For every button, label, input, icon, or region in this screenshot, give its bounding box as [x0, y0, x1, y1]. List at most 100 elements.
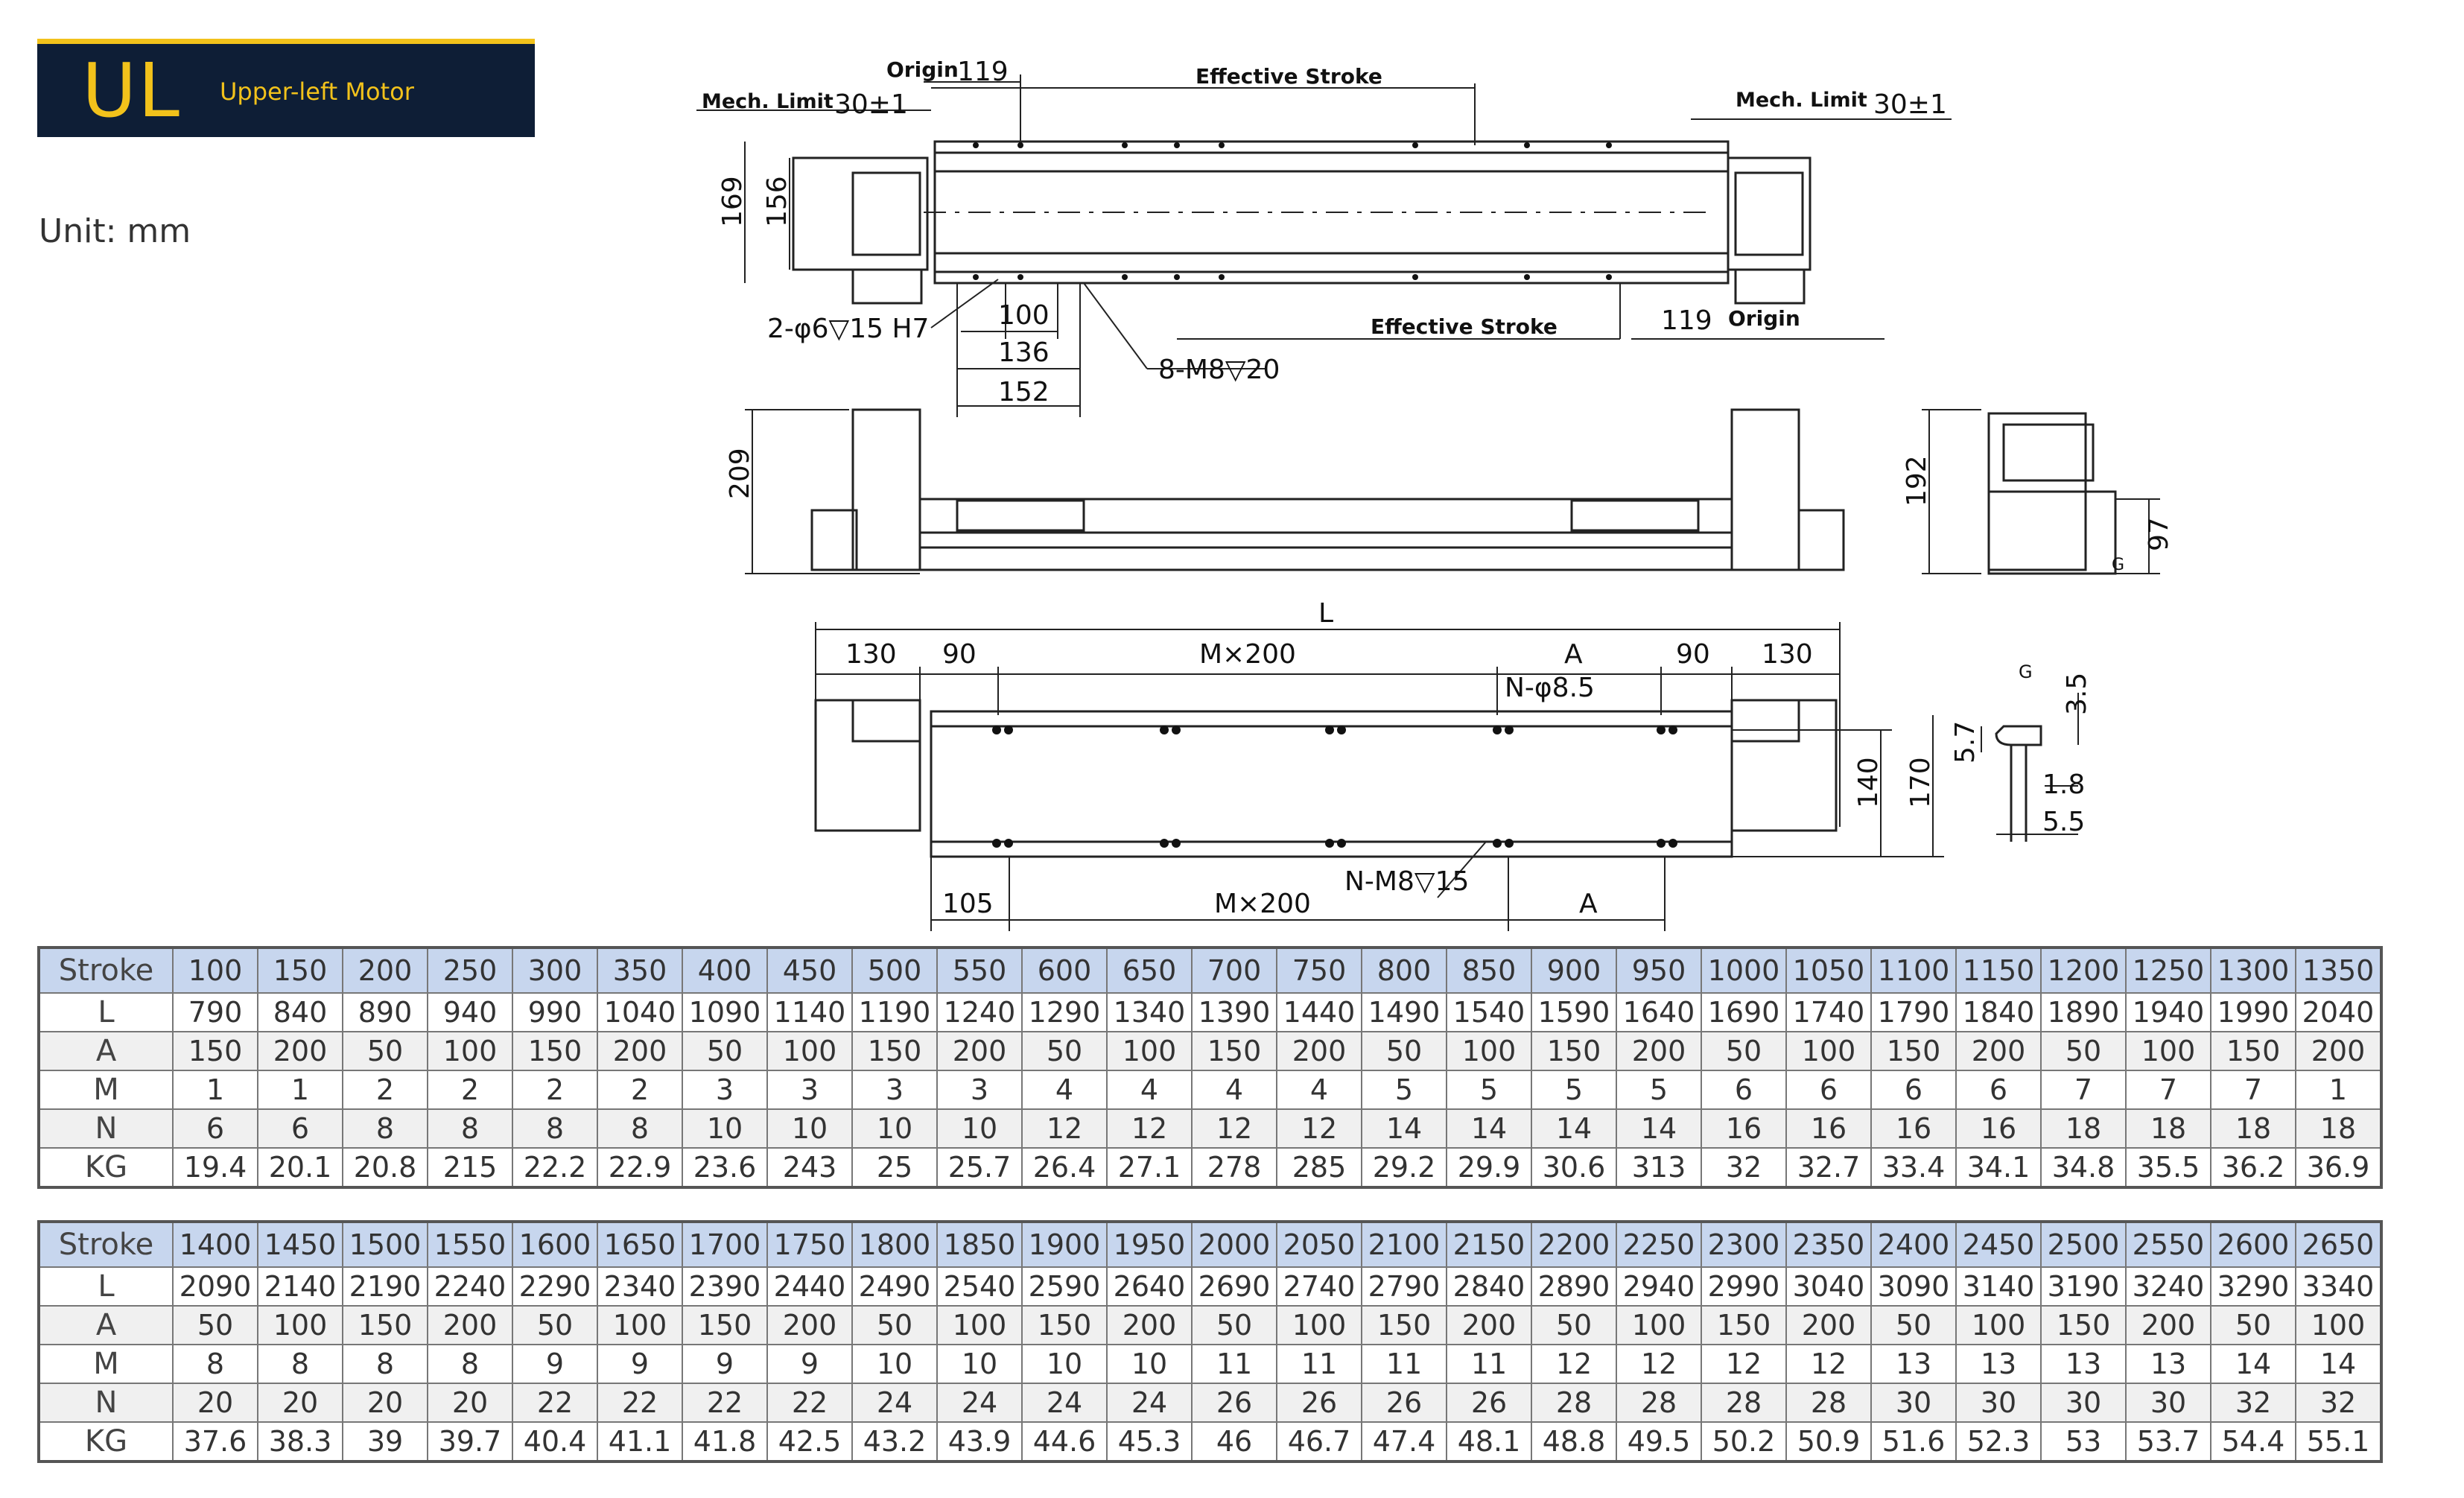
- table-cell: 8: [342, 1344, 428, 1384]
- table-cell: 1: [172, 1070, 258, 1110]
- table-cell: 850: [1446, 947, 1532, 994]
- table-row: N 6 6 8 8 8 8 10 10 10 10 12 12 12 12 14 14 14 14 16 16 16 16…: [38, 1108, 2382, 1149]
- table-cell: 2100: [1361, 1221, 1447, 1268]
- label-effective-stroke-top: Effective Stroke: [1196, 64, 1382, 89]
- table-cell: 24: [936, 1383, 1023, 1423]
- dim-5-5: 5.5: [2042, 807, 2085, 837]
- table-cell: 20: [172, 1383, 258, 1423]
- table-cell: 26: [1191, 1383, 1277, 1423]
- table-cell: 700: [1191, 947, 1277, 994]
- table-cell: 940: [427, 992, 513, 1032]
- table-cell: 100: [597, 1305, 683, 1345]
- table-cell: 250: [427, 947, 513, 994]
- table-cell: 1790: [1870, 992, 1957, 1032]
- dim-152: 152: [998, 377, 1050, 407]
- table-row: N 20 20 20 20 22 22 22 22 24 24 24 24 26 26 26 26 28 28 28…: [38, 1383, 2382, 1423]
- dim-209: 209: [725, 448, 755, 499]
- label-g-detail: G: [2019, 661, 2033, 682]
- dim-L: L: [1318, 598, 1333, 629]
- technical-drawing: Origin 119 Effective Stroke Mech. Limit …: [696, 57, 2174, 931]
- table-row: L 790 840 890 940 990 1040 1090 1140 1190 1240 129…: [38, 992, 2382, 1032]
- spec-table-1: Stroke 100 150 200 250 300 350 400 450 500 550 600…: [37, 946, 2383, 1189]
- table-cell: 150: [2210, 1031, 2296, 1071]
- table-cell: 2200: [1531, 1221, 1617, 1268]
- table-cell: 11: [1446, 1344, 1532, 1384]
- table-cell: 10: [851, 1108, 938, 1149]
- table-cell: 53: [2040, 1421, 2127, 1462]
- table-cell: 300: [512, 947, 598, 994]
- table-cell: 28: [1785, 1383, 1872, 1423]
- table-cell: 3340: [2295, 1266, 2382, 1307]
- table-cell: 1640: [1616, 992, 1702, 1032]
- table-cell: 9: [766, 1344, 853, 1384]
- table-cell: 1740: [1785, 992, 1872, 1032]
- table-cell: 50: [172, 1305, 258, 1345]
- table-cell: 2140: [257, 1266, 343, 1307]
- table-cell: 28: [1701, 1383, 1787, 1423]
- table-cell: 2190: [342, 1266, 428, 1307]
- table-cell: 1450: [257, 1221, 343, 1268]
- table-cell: 28: [1531, 1383, 1617, 1423]
- bottom-motor-right-inner: [1730, 699, 1800, 743]
- dim-170: 170: [1905, 757, 1936, 808]
- table-cell: 22: [597, 1383, 683, 1423]
- table-cell: 20.8: [342, 1147, 428, 1188]
- table-cell: 1040: [597, 992, 683, 1032]
- table-row: Stroke 1400 1450 1500 1550 1600 1650 1700 1750 1…: [38, 1221, 2382, 1268]
- table-cell: 3: [851, 1070, 938, 1110]
- table-cell: 3: [766, 1070, 853, 1110]
- side-motor-can: [2002, 423, 2095, 482]
- table-row: Stroke 100 150 200 250 300 350 400 450 500 550 600…: [38, 947, 2382, 994]
- table-cell: 24: [1106, 1383, 1193, 1423]
- table-cell: 2: [427, 1070, 513, 1110]
- table-cell: 2840: [1446, 1266, 1532, 1307]
- table-cell: 12: [1276, 1108, 1362, 1149]
- table-cell: 900: [1531, 947, 1617, 994]
- table-cell: 16: [1701, 1108, 1787, 1149]
- table-cell: 1840: [1955, 992, 2042, 1032]
- table-cell: 54.4: [2210, 1421, 2296, 1462]
- row-label: M: [38, 1070, 174, 1110]
- table-cell: 150: [172, 1031, 258, 1071]
- table-cell: 29.9: [1446, 1147, 1532, 1188]
- table-cell: 1590: [1531, 992, 1617, 1032]
- dim-130-left: 130: [845, 639, 897, 670]
- bottom-motor-left-inner: [851, 699, 921, 743]
- front-rail: [918, 498, 1733, 571]
- front-carriage-left: [956, 499, 1085, 532]
- table-cell: 1290: [1021, 992, 1108, 1032]
- table-cell: 12: [1106, 1108, 1193, 1149]
- label-m8-holes: 8-M8▽20: [1158, 355, 1280, 385]
- table-cell: 11: [1191, 1344, 1277, 1384]
- dim-1-8: 1.8: [2042, 769, 2085, 800]
- table-cell: 1150: [1955, 947, 2042, 994]
- table-cell: 2640: [1106, 1266, 1193, 1307]
- table-cell: 800: [1361, 947, 1447, 994]
- table-cell: 2300: [1701, 1221, 1787, 1268]
- dim-119-bottom: 119: [1661, 305, 1712, 336]
- top-motor-left-plate: [792, 156, 929, 271]
- table-cell: 1800: [851, 1221, 938, 1268]
- table-cell: 2390: [682, 1266, 768, 1307]
- table-cell: 1540: [1446, 992, 1532, 1032]
- row-label: M: [38, 1344, 174, 1384]
- table-cell: 42.5: [766, 1421, 853, 1462]
- table-cell: 41.8: [682, 1421, 768, 1462]
- table-cell: 1400: [172, 1221, 258, 1268]
- row-label: Stroke: [38, 1221, 174, 1268]
- table-cell: 8: [597, 1108, 683, 1149]
- table-cell: 650: [1106, 947, 1193, 994]
- table-cell: 20.1: [257, 1147, 343, 1188]
- table-cell: 8: [427, 1344, 513, 1384]
- table-cell: 3140: [1955, 1266, 2042, 1307]
- table-cell: 2690: [1191, 1266, 1277, 1307]
- table-cell: 215: [427, 1147, 513, 1188]
- table-cell: 32: [2210, 1383, 2296, 1423]
- spec-table-2: Stroke 1400 1450 1500 1550 1600 1650 1700 1750 1…: [37, 1220, 2383, 1463]
- table-cell: 3090: [1870, 1266, 1957, 1307]
- table-cell: 1990: [2210, 992, 2296, 1032]
- table-cell: 100: [172, 947, 258, 994]
- dim-m200-bottom: M×200: [1214, 889, 1311, 919]
- dim-30-left: 30±1: [834, 89, 908, 120]
- table-cell: 50: [1870, 1305, 1957, 1345]
